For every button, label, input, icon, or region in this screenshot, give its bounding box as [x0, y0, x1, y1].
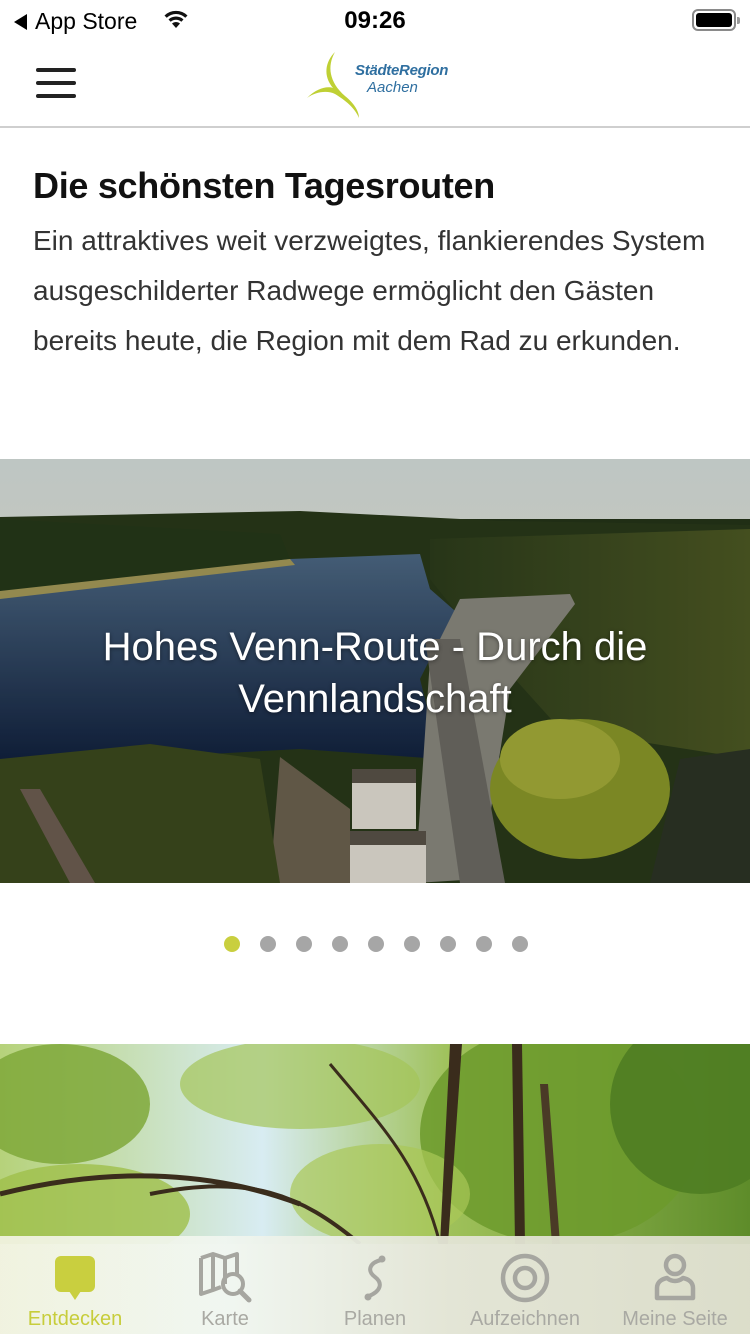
record-target-icon	[495, 1250, 555, 1306]
tab-bar: Entdecken Karte Planen Aufzeichnen Meine…	[0, 1236, 750, 1334]
tab-label: Karte	[201, 1308, 249, 1330]
pager-dot[interactable]	[440, 936, 456, 952]
logo-text-line1: StädteRegion	[355, 62, 449, 79]
slide-title: Hohes Venn-Route - Durch die Vennlandsch…	[102, 625, 648, 721]
status-bar: App Store 09:26	[0, 0, 750, 40]
logo-swoosh-icon	[307, 52, 359, 118]
pager-dot[interactable]	[512, 936, 528, 952]
tab-label: Entdecken	[27, 1308, 123, 1330]
tab-entdecken[interactable]: Entdecken	[0, 1236, 150, 1334]
section-description: Ein attraktives weit verzweigtes, flanki…	[33, 225, 706, 356]
pager-dot[interactable]	[260, 936, 276, 952]
tab-label: Meine Seite	[622, 1308, 728, 1330]
tab-meine-seite[interactable]: Meine Seite	[600, 1236, 750, 1334]
user-profile-icon	[645, 1250, 705, 1306]
section-title: Die schönsten Tagesrouten	[33, 165, 495, 206]
pager-dot[interactable]	[224, 936, 240, 952]
tab-label: Planen	[343, 1308, 407, 1330]
clock: 09:26	[344, 7, 406, 34]
battery-full-icon	[692, 9, 740, 31]
route-plan-icon	[345, 1250, 405, 1306]
carousel-pager	[0, 936, 750, 952]
discover-bubble-icon	[45, 1250, 105, 1306]
tab-aufzeichnen[interactable]: Aufzeichnen	[450, 1236, 600, 1334]
staedteregion-aachen-logo: StädteRegion Aachen	[305, 48, 455, 118]
map-search-icon	[195, 1250, 255, 1306]
pager-dot[interactable]	[368, 936, 384, 952]
pager-dot[interactable]	[476, 936, 492, 952]
logo-text-line2: Aachen	[367, 79, 418, 96]
tab-karte[interactable]: Karte	[150, 1236, 300, 1334]
intro-section: Die schönsten Tagesrouten Ein attraktive…	[0, 128, 750, 366]
hamburger-menu-icon[interactable]	[36, 66, 76, 100]
pager-dot[interactable]	[332, 936, 348, 952]
tab-label: Aufzeichnen	[469, 1308, 581, 1330]
tab-planen[interactable]: Planen	[300, 1236, 450, 1334]
pager-dot[interactable]	[404, 936, 420, 952]
pager-dot[interactable]	[296, 936, 312, 952]
forest-lake-trees-photo	[0, 1044, 750, 1244]
carousel-slide[interactable]: Hohes Venn-Route - Durch die Vennlandsch…	[0, 459, 750, 883]
route-card[interactable]	[0, 1044, 750, 1244]
nav-header: StädteRegion Aachen	[0, 40, 750, 128]
